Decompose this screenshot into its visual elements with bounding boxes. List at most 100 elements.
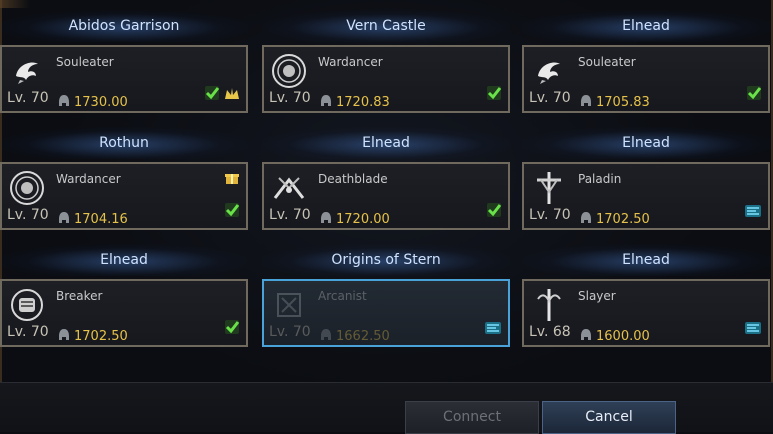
character-level: Lv. 70 [529,207,571,223]
character-grid: Abidos Garrison Souleater Lv. 70 1730.00… [0,10,773,355]
status-badges [486,85,502,105]
character-slot[interactable]: Elnead Souleater Lv. 70 1705.83 [522,10,770,120]
character-slot[interactable]: Elnead Deathblade Lv. 70 1720.00 [262,127,510,237]
character-slot[interactable]: Abidos Garrison Souleater Lv. 70 1730.00 [0,10,248,120]
status-badges [746,85,762,105]
character-level: Lv. 70 [269,207,311,223]
item-level: 1730.00 [58,93,128,112]
character-card[interactable]: Wardancer Lv. 70 1720.83 [262,45,510,113]
server-region-label: Elnead [522,10,770,42]
class-name: Breaker [56,289,103,303]
server-region-label: Elnead [522,244,770,276]
status-badges [744,320,762,339]
helmet-icon [320,210,332,229]
character-level: Lv. 70 [269,90,311,106]
reward-icon [744,320,762,339]
character-level: Lv. 70 [269,324,311,340]
status-badges [486,202,502,222]
item-level: 1720.83 [320,93,390,112]
frame-corner-decoration [0,0,30,8]
character-card[interactable]: Wardancer Lv. 70 1704.16 [0,162,248,230]
souleater-icon [530,53,568,89]
item-level: 1702.50 [58,327,128,346]
class-name: Slayer [578,289,616,303]
character-level: Lv. 70 [529,90,571,106]
character-card[interactable]: Souleater Lv. 70 1730.00 [0,45,248,113]
server-region-label: Origins of Stern [262,244,510,276]
connect-button[interactable]: Connect [405,401,539,434]
character-slot[interactable]: Rothun Wardancer Lv. 70 1704.16 [0,127,248,237]
server-region-label: Elnead [262,127,510,159]
item-level-value: 1720.83 [336,95,390,110]
character-slot[interactable]: Vern Castle Wardancer Lv. 70 1720.83 [262,10,510,120]
character-card[interactable]: Paladin Lv. 70 1702.50 [522,162,770,230]
helmet-icon [320,327,332,346]
wardancer-icon [270,53,308,89]
checkmark-icon [746,85,762,105]
status-badges [204,85,240,105]
status-badges [484,320,502,339]
deathblade-icon [270,170,308,206]
item-level: 1705.83 [580,93,650,112]
character-card[interactable]: Slayer Lv. 68 1600.00 [522,279,770,347]
item-level-value: 1662.50 [336,329,390,344]
wardancer-icon [8,170,46,206]
character-card[interactable]: Souleater Lv. 70 1705.83 [522,45,770,113]
character-level: Lv. 70 [7,207,49,223]
status-badges [744,203,762,222]
helmet-icon [58,327,70,346]
class-name: Paladin [578,172,622,186]
item-level-value: 1730.00 [74,95,128,110]
checkmark-icon [486,85,502,105]
character-slot[interactable]: Elnead Slayer Lv. 68 1600.00 [522,244,770,354]
item-level: 1600.00 [580,327,650,346]
server-region-label: Elnead [522,127,770,159]
slayer-icon [530,287,568,323]
item-level-value: 1600.00 [596,329,650,344]
class-name: Souleater [578,55,636,69]
character-slot[interactable]: Elnead Breaker Lv. 70 1702.50 [0,244,248,354]
class-name: Wardancer [318,55,383,69]
character-slot[interactable]: Origins of Stern Arcanist Lv. 70 1662.50 [262,244,510,354]
status-badges [224,202,240,222]
class-name: Souleater [56,55,114,69]
character-card[interactable]: Arcanist Lv. 70 1662.50 [262,279,510,347]
helmet-icon [58,93,70,112]
checkmark-icon [224,202,240,222]
helmet-icon [580,93,592,112]
cancel-button[interactable]: Cancel [542,401,676,434]
item-level: 1720.00 [320,210,390,229]
breaker-icon [8,287,46,323]
item-level-value: 1705.83 [596,95,650,110]
checkmark-icon [224,319,240,339]
server-region-label: Elnead [0,244,248,276]
checkmark-icon [486,202,502,222]
status-badges [224,319,240,339]
souleater-icon [8,53,46,89]
class-name: Deathblade [318,172,388,186]
helmet-icon [58,210,70,229]
character-select-screen: Abidos Garrison Souleater Lv. 70 1730.00… [0,0,773,434]
character-level: Lv. 68 [529,324,571,340]
character-card[interactable]: Breaker Lv. 70 1702.50 [0,279,248,347]
checkmark-icon [204,85,220,105]
helmet-icon [580,210,592,229]
class-name: Wardancer [56,172,121,186]
paladin-icon [530,170,568,206]
gift-icon [224,170,240,190]
character-card[interactable]: Deathblade Lv. 70 1720.00 [262,162,510,230]
item-level-value: 1702.50 [596,212,650,227]
server-region-label: Rothun [0,127,248,159]
item-level: 1704.16 [58,210,128,229]
arcanist-icon [270,287,308,323]
item-level-value: 1720.00 [336,212,390,227]
crown-icon [224,86,240,105]
character-slot[interactable]: Elnead Paladin Lv. 70 1702.50 [522,127,770,237]
item-level-value: 1704.16 [74,212,128,227]
item-level: 1702.50 [580,210,650,229]
server-region-label: Abidos Garrison [0,10,248,42]
character-level: Lv. 70 [7,90,49,106]
server-region-label: Vern Castle [262,10,510,42]
helmet-icon [580,327,592,346]
item-level-value: 1702.50 [74,329,128,344]
